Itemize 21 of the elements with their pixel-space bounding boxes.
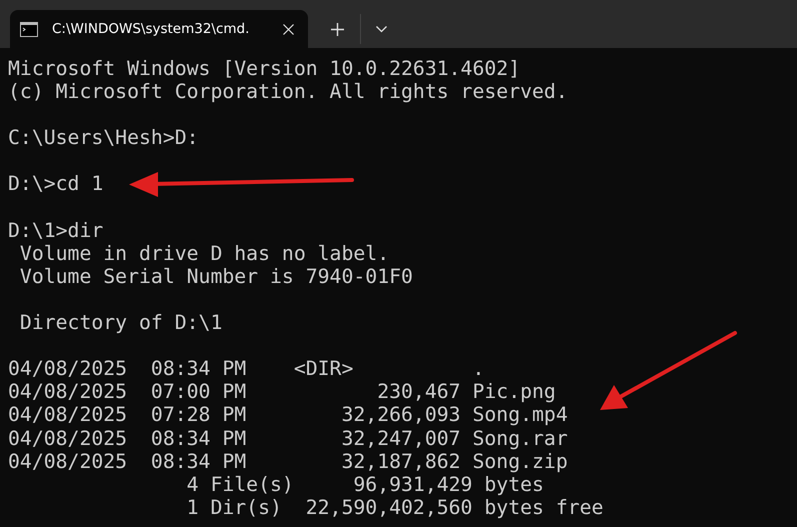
terminal-line: Volume in drive D has no label. bbox=[18, 242, 390, 265]
terminal-line: 04/08/2025 07:28 PM 32,266,093 Song.mp4 bbox=[8, 403, 568, 426]
terminal-line: Microsoft Windows [Version 10.0.22631.4602] bbox=[8, 57, 520, 80]
plus-icon bbox=[330, 22, 344, 36]
terminal-line: 1 Dir(s) 22,590,402,560 bytes free bbox=[186, 496, 604, 519]
terminal-line: D:\1>dir bbox=[8, 218, 104, 242]
tab-title: C:\WINDOWS\system32\cmd. bbox=[52, 21, 250, 37]
terminal-line: 04/08/2025 08:34 PM <DIR> . bbox=[8, 357, 484, 380]
terminal-line: D:\>cd 1 bbox=[8, 172, 104, 196]
terminal-line: 04/08/2025 07:00 PM 230,467 Pic.png bbox=[8, 380, 556, 404]
terminal-line: Volume Serial Number is 7940-01F0 bbox=[18, 264, 413, 288]
terminal-line: 04/08/2025 08:34 PM 32,187,862 Song.zip bbox=[8, 450, 568, 473]
terminal-line: Directory of D:\1 bbox=[18, 311, 222, 334]
terminal-icon bbox=[20, 22, 38, 36]
terminal-tab[interactable]: C:\WINDOWS\system32\cmd. bbox=[10, 10, 308, 48]
chevron-down-icon bbox=[376, 26, 386, 32]
terminal-line: 4 File(s) 96,931,429 bytes bbox=[186, 472, 544, 496]
terminal-line: 04/08/2025 08:34 PM 32,247,007 Song.rar bbox=[8, 426, 568, 450]
terminal-line: C:\Users\Hesh>D: bbox=[8, 126, 199, 150]
close-icon bbox=[283, 24, 294, 34]
terminal-line: (c) Microsoft Corporation. All rights reserved. bbox=[8, 80, 568, 104]
